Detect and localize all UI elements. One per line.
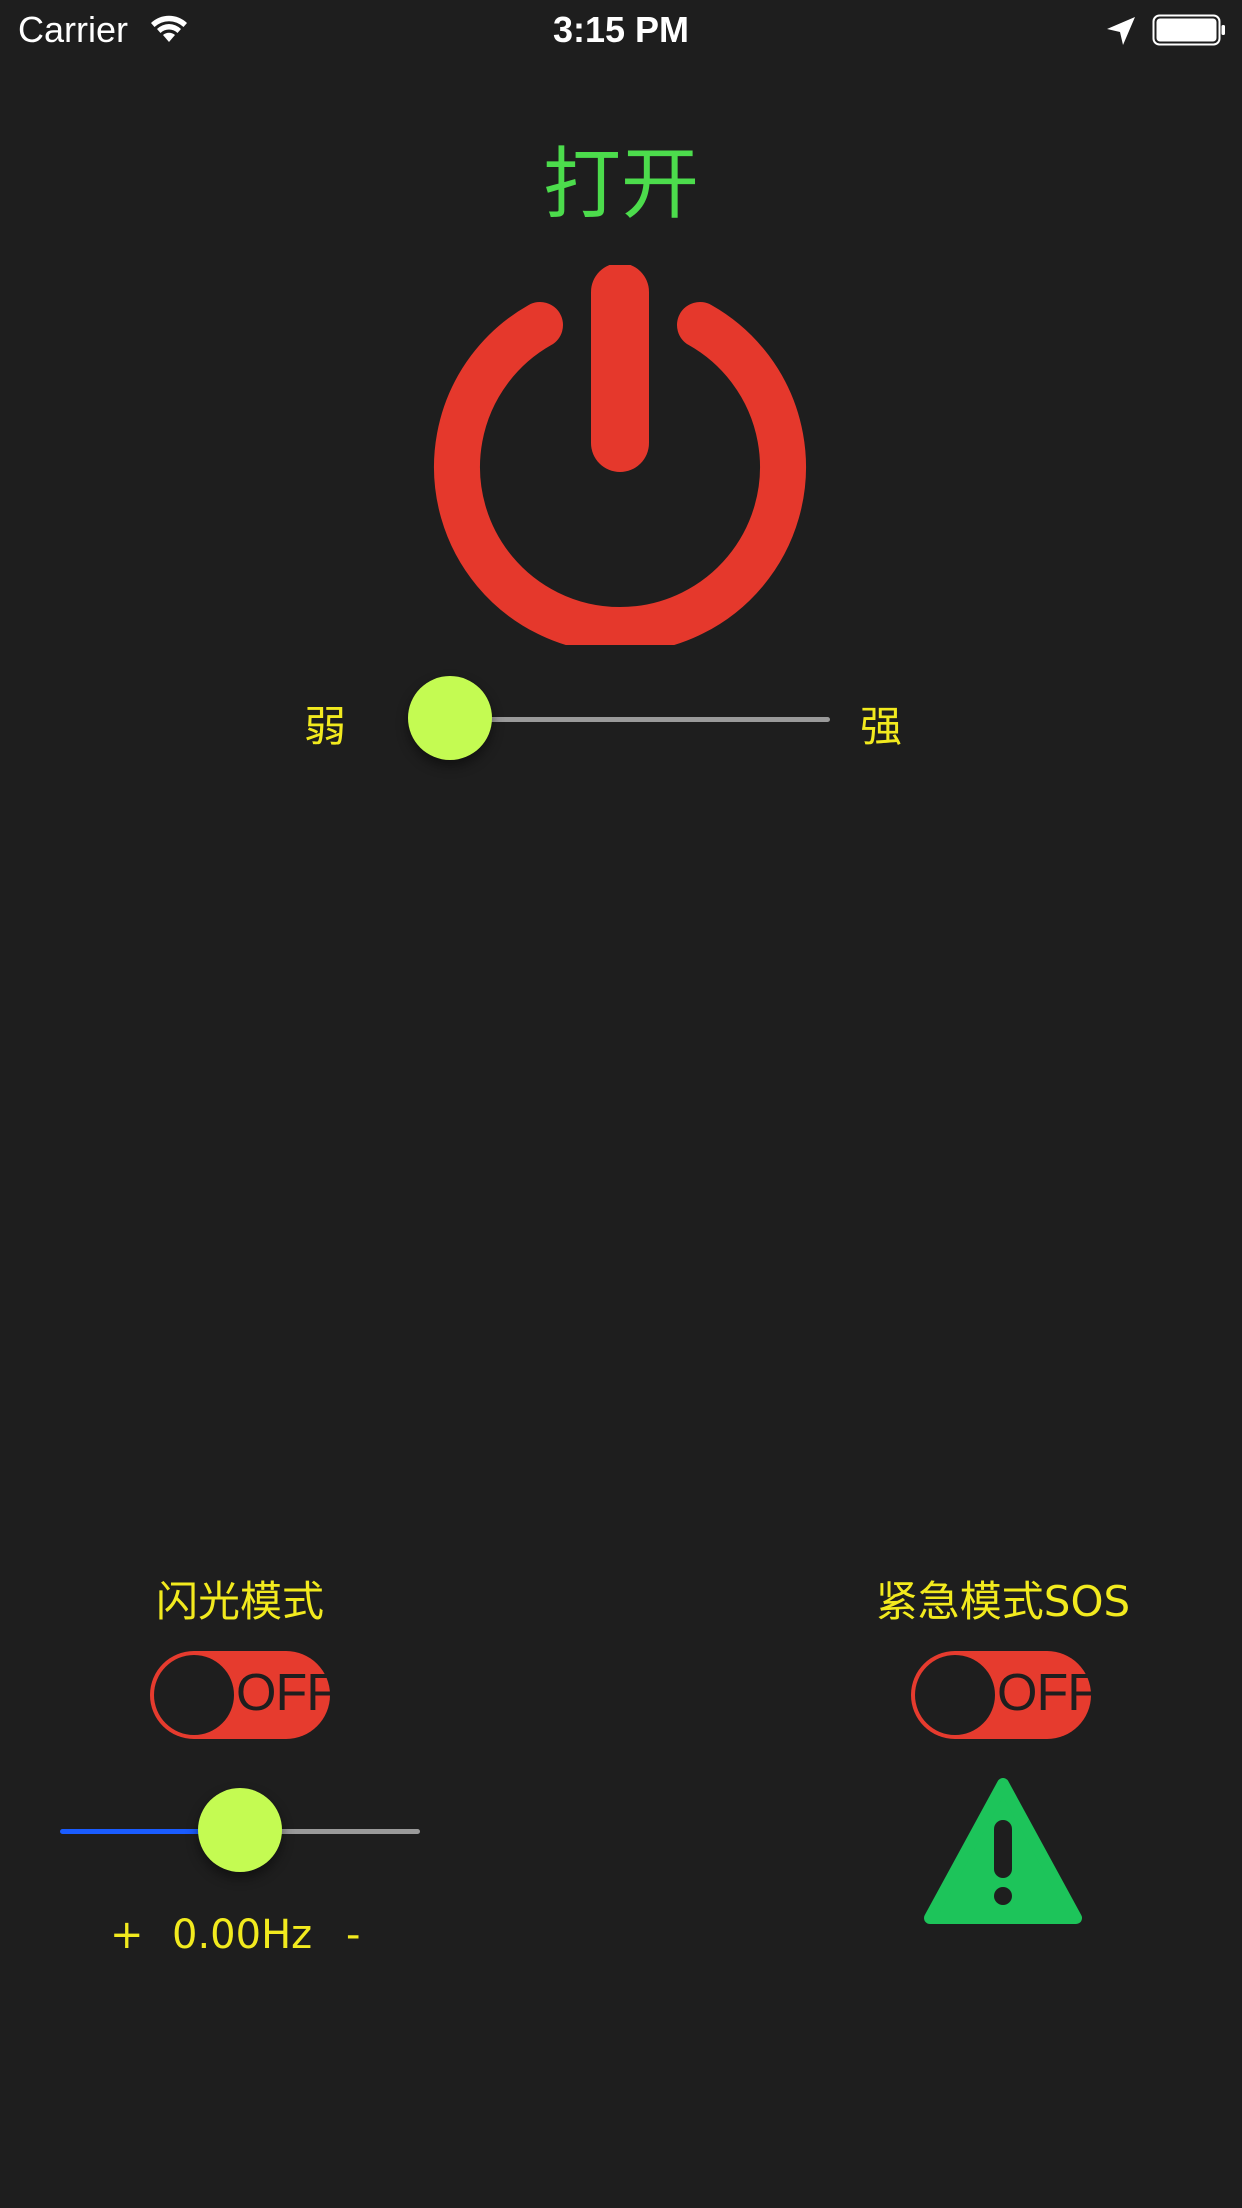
sos-mode-title: 紧急模式SOS [875,1577,1131,1626]
power-icon[interactable] [433,265,807,645]
brightness-low-label: 弱 [304,702,347,751]
frequency-minus-button[interactable]: - [346,1912,360,1958]
toggle-knob [154,1655,234,1735]
warning-icon[interactable] [924,1778,1082,1928]
brightness-slider-thumb[interactable] [408,676,492,760]
clock: 3:15 PM [552,9,690,50]
sos-mode-toggle[interactable]: OFF [911,1651,1099,1739]
battery-icon [1152,14,1225,46]
toggle-label: OFF [236,1664,338,1722]
flash-mode-title: 闪光模式 [155,1577,324,1626]
frequency-plus-button[interactable]: + [110,1912,144,1958]
flash-mode-toggle[interactable]: OFF [150,1651,338,1739]
power-state-title: 打开 [542,140,699,230]
toggle-label: OFF [997,1664,1099,1722]
brightness-high-label: 强 [860,702,903,751]
brightness-slider-track[interactable] [450,717,830,722]
location-icon [1107,17,1135,45]
frequency-value: 0.00Hz [172,1912,313,1958]
status-bar: Carrier 3:15 PM [0,0,1242,60]
toggle-knob [915,1655,995,1735]
frequency-slider-thumb[interactable] [198,1788,282,1872]
